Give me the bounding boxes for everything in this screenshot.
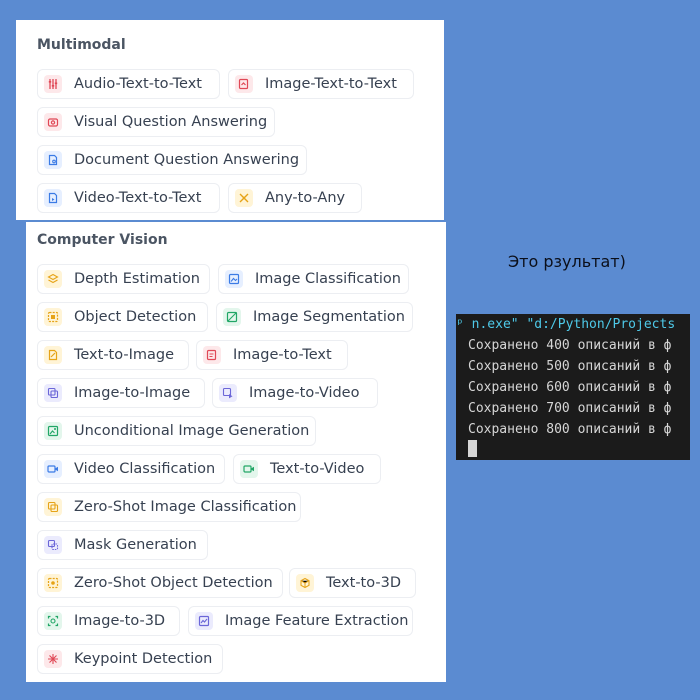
task-label: Zero-Shot Image Classification [74, 499, 297, 515]
layers-icon [44, 270, 62, 288]
task-label: Image-to-Image [74, 385, 191, 401]
task-image-segmentation[interactable]: Image Segmentation [216, 302, 413, 332]
task-image-to-video[interactable]: Image-to-Video [212, 378, 378, 408]
task-video-text-to-text[interactable]: Video-Text-to-Text [37, 183, 220, 213]
task-text-to-video[interactable]: Text-to-Video [233, 454, 381, 484]
multimodal-panel: Multimodal Audio-Text-to-Text Image-Text… [16, 20, 444, 220]
keypoint-icon [44, 650, 62, 668]
terminal-line: Сохранено 500 описаний в ф [468, 359, 672, 374]
image-generation-icon [44, 422, 62, 440]
visual-qa-icon [44, 113, 62, 131]
section-title-multimodal: Multimodal [37, 37, 126, 53]
task-label: Video Classification [74, 461, 216, 477]
task-depth-estimation[interactable]: Depth Estimation [37, 264, 210, 294]
result-caption: Это рзультат) [508, 252, 626, 271]
task-image-to-3d[interactable]: Image-to-3D [37, 606, 180, 636]
task-label: Image Classification [255, 271, 401, 287]
task-unconditional-image-generation[interactable]: Unconditional Image Generation [37, 416, 316, 446]
text-to-video-icon [240, 460, 258, 478]
task-image-text-to-text[interactable]: Image-Text-to-Text [228, 69, 414, 99]
text-to-image-icon [44, 346, 62, 364]
image-to-image-icon [44, 384, 62, 402]
image-segmentation-icon [223, 308, 241, 326]
feature-extraction-icon [195, 612, 213, 630]
task-label: Zero-Shot Object Detection [74, 575, 273, 591]
terminal-command: ᵖ n.exe" "d:/Python/Projects [456, 317, 676, 332]
task-label: Image-to-Text [233, 347, 332, 363]
task-zero-shot-object-detection[interactable]: Zero-Shot Object Detection [37, 568, 283, 598]
task-label: Unconditional Image Generation [74, 423, 310, 439]
task-label: Mask Generation [74, 537, 197, 553]
image-to-3d-icon [44, 612, 62, 630]
task-label: Text-to-Image [74, 347, 175, 363]
any-to-any-icon [235, 189, 253, 207]
task-any-to-any[interactable]: Any-to-Any [228, 183, 362, 213]
document-qa-icon [44, 151, 62, 169]
task-label: Audio-Text-to-Text [74, 76, 202, 92]
task-label: Text-to-Video [270, 461, 365, 477]
task-visual-question-answering[interactable]: Visual Question Answering [37, 107, 275, 137]
computer-vision-panel: Computer Vision Depth Estimation Image C… [26, 222, 446, 682]
task-object-detection[interactable]: Object Detection [37, 302, 208, 332]
task-audio-text-to-text[interactable]: Audio-Text-to-Text [37, 69, 220, 99]
zero-shot-image-icon [44, 498, 62, 516]
task-label: Video-Text-to-Text [74, 190, 202, 206]
task-keypoint-detection[interactable]: Keypoint Detection [37, 644, 223, 674]
image-classification-icon [225, 270, 243, 288]
task-zero-shot-image-classification[interactable]: Zero-Shot Image Classification [37, 492, 301, 522]
audio-sliders-icon [44, 75, 62, 93]
text-to-3d-icon [296, 574, 314, 592]
task-label: Any-to-Any [265, 190, 346, 206]
zero-shot-detection-icon [44, 574, 62, 592]
task-label: Image-to-3D [74, 613, 166, 629]
terminal-line: Сохранено 400 описаний в ф [468, 338, 672, 353]
image-to-video-icon [219, 384, 237, 402]
terminal-cursor [468, 440, 477, 457]
task-label: Keypoint Detection [74, 651, 213, 667]
video-classification-icon [44, 460, 62, 478]
task-image-to-text[interactable]: Image-to-Text [196, 340, 348, 370]
task-image-feature-extraction[interactable]: Image Feature Extraction [188, 606, 413, 636]
task-label: Image-Text-to-Text [265, 76, 397, 92]
task-image-classification[interactable]: Image Classification [218, 264, 409, 294]
task-text-to-image[interactable]: Text-to-Image [37, 340, 189, 370]
object-detection-icon [44, 308, 62, 326]
video-text-icon [44, 189, 62, 207]
task-image-to-image[interactable]: Image-to-Image [37, 378, 205, 408]
task-label: Text-to-3D [326, 575, 402, 591]
section-title-computer-vision: Computer Vision [37, 232, 168, 248]
task-label: Image Feature Extraction [225, 613, 409, 629]
terminal-line: Сохранено 700 описаний в ф [468, 401, 672, 416]
terminal-line: Сохранено 600 описаний в ф [468, 380, 672, 395]
task-label: Visual Question Answering [74, 114, 268, 130]
task-label: Image Segmentation [253, 309, 405, 325]
task-text-to-3d[interactable]: Text-to-3D [289, 568, 416, 598]
task-label: Depth Estimation [74, 271, 200, 287]
terminal-output: ᵖ n.exe" "d:/Python/Projects Сохранено 4… [456, 314, 690, 460]
task-mask-generation[interactable]: Mask Generation [37, 530, 208, 560]
mask-generation-icon [44, 536, 62, 554]
task-label: Image-to-Video [249, 385, 360, 401]
task-document-question-answering[interactable]: Document Question Answering [37, 145, 307, 175]
terminal-line: Сохранено 800 описаний в ф [468, 422, 672, 437]
task-label: Object Detection [74, 309, 197, 325]
image-to-text-icon [203, 346, 221, 364]
task-video-classification[interactable]: Video Classification [37, 454, 225, 484]
task-label: Document Question Answering [74, 152, 300, 168]
image-text-icon [235, 75, 253, 93]
